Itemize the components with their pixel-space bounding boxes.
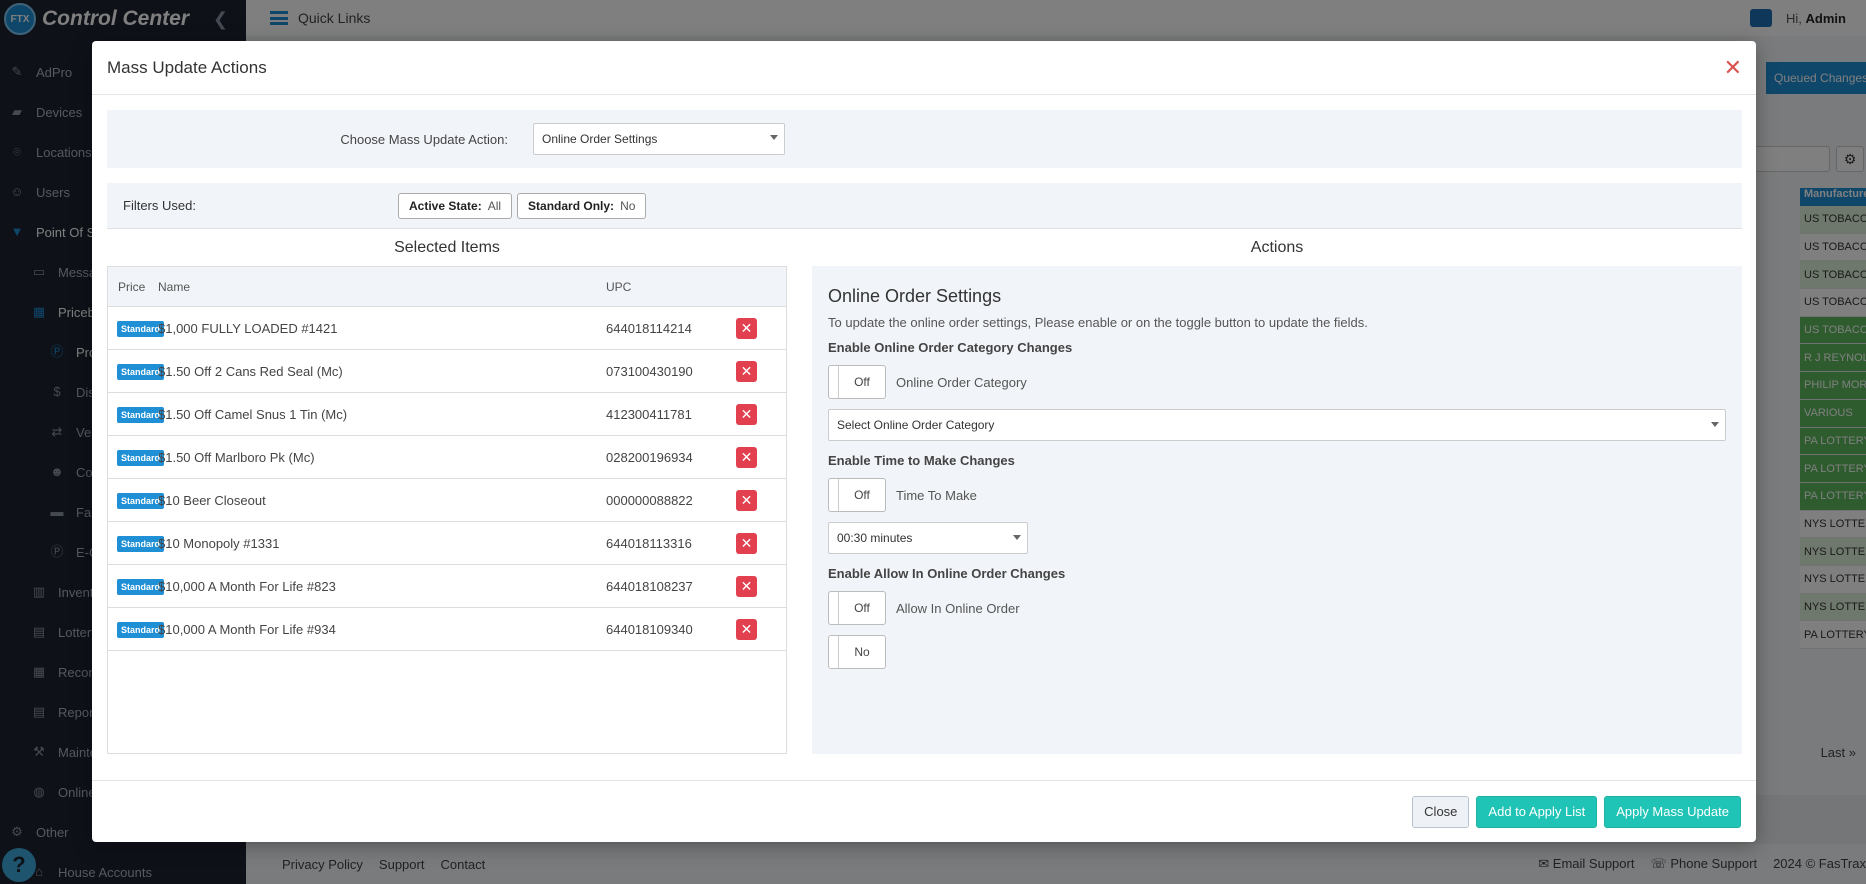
chevron-down-icon <box>1013 535 1021 540</box>
standard-badge: Standard <box>117 492 165 509</box>
table-row: Standard $1,000 FULLY LOADED #1421 6440181… <box>108 307 786 350</box>
allow-toggle-label: Allow In Online Order <box>896 600 1020 616</box>
close-icon: ✕ <box>740 362 753 379</box>
actions-title: Actions <box>1250 239 1304 256</box>
close-icon: ✕ <box>740 577 753 594</box>
close-icon[interactable]: ✕ <box>1724 56 1742 79</box>
filter-active-state: Active State: All <box>398 192 513 219</box>
modal-title: Mass Update Actions <box>107 57 267 77</box>
item-name: $10,000 A Month For Life #823 <box>158 578 336 594</box>
remove-item-button[interactable]: ✕ <box>736 360 757 382</box>
apply-mass-update-button[interactable]: Apply Mass Update <box>1604 795 1741 828</box>
time-section-title: Enable Time to Make Changes <box>828 453 1015 468</box>
allow-toggle[interactable]: Off <box>828 591 886 625</box>
item-upc: 644018109340 <box>606 621 693 637</box>
item-name: $10 Monopoly #1331 <box>158 535 280 551</box>
selected-items-title: Selected Items <box>394 239 500 256</box>
online-order-category-select[interactable]: Select Online Order Category <box>828 409 1726 441</box>
mass-update-action-select[interactable]: Online Order Settings <box>533 123 785 155</box>
table-row: Standard $1.50 Off Camel Snus 1 Tin (Mc) 4… <box>108 393 786 436</box>
modal-header: Mass Update Actions ✕ <box>92 41 1756 95</box>
table-row: Standard $10,000 A Month For Life #934 644… <box>108 608 786 651</box>
item-upc: 644018113316 <box>606 535 692 551</box>
remove-item-button[interactable]: ✕ <box>736 532 757 554</box>
close-icon: ✕ <box>740 448 753 465</box>
time-toggle[interactable]: Off <box>828 478 886 512</box>
mass-update-modal: Mass Update Actions ✕ Choose Mass Update… <box>92 41 1756 842</box>
standard-badge: Standard <box>117 578 165 595</box>
standard-badge: Standard <box>117 535 165 552</box>
item-upc: 000000088822 <box>606 492 693 508</box>
items-table-header: Price Name UPC <box>108 267 786 307</box>
item-upc: 073100430190 <box>606 363 693 379</box>
remove-item-button[interactable]: ✕ <box>736 489 757 511</box>
modal-footer: Close Add to Apply List Apply Mass Updat… <box>92 780 1756 842</box>
close-icon: ✕ <box>740 319 753 336</box>
remove-item-button[interactable]: ✕ <box>736 575 757 597</box>
choose-action-label: Choose Mass Update Action: <box>340 131 508 147</box>
table-row: Standard $1.50 Off 2 Cans Red Seal (Mc) 07… <box>108 350 786 393</box>
item-name: $10,000 A Month For Life #934 <box>158 621 336 637</box>
add-to-apply-list-button[interactable]: Add to Apply List <box>1476 795 1598 828</box>
item-upc: 644018108237 <box>606 578 693 594</box>
item-upc: 028200196934 <box>606 449 693 465</box>
actions-panel: Online Order Settings To update the onli… <box>812 266 1742 754</box>
category-section-title: Enable Online Order Category Changes <box>828 340 1073 355</box>
table-row: Standard $10,000 A Month For Life #823 644… <box>108 565 786 608</box>
standard-badge: Standard <box>117 621 165 638</box>
filters-panel: Filters Used: Active State: All Standard … <box>107 183 1742 229</box>
standard-badge: Standard <box>117 363 165 380</box>
remove-item-button[interactable]: ✕ <box>736 317 757 339</box>
item-name: $1,000 FULLY LOADED #1421 <box>158 320 338 336</box>
chevron-down-icon <box>770 135 778 140</box>
actions-description: To update the online order settings, Ple… <box>828 315 1368 330</box>
item-name: $10 Beer Closeout <box>158 492 266 508</box>
item-name: $1.50 Off Camel Snus 1 Tin (Mc) <box>158 406 348 422</box>
close-icon: ✕ <box>740 491 753 508</box>
standard-badge: Standard <box>117 320 165 337</box>
item-name: $1.50 Off Marlboro Pk (Mc) <box>158 449 315 465</box>
table-row: Standard $10 Monopoly #1331 644018113316 ✕ <box>108 522 786 565</box>
item-upc: 412300411781 <box>606 406 692 422</box>
category-toggle[interactable]: Off <box>828 365 886 399</box>
filter-standard-only: Standard Only: No <box>517 192 647 219</box>
table-row: Standard $1.50 Off Marlboro Pk (Mc) 028200… <box>108 436 786 479</box>
chevron-down-icon <box>1711 422 1719 427</box>
remove-item-button[interactable]: ✕ <box>736 403 757 425</box>
close-button[interactable]: Close <box>1412 795 1470 828</box>
allow-section-title: Enable Allow In Online Order Changes <box>828 566 1066 581</box>
time-toggle-label: Time To Make <box>896 487 977 503</box>
item-name: $1.50 Off 2 Cans Red Seal (Mc) <box>158 363 343 379</box>
remove-item-button[interactable]: ✕ <box>736 618 757 640</box>
column-name: Name <box>158 279 191 294</box>
actions-heading: Online Order Settings <box>828 286 1002 306</box>
column-price: Price <box>118 279 146 294</box>
standard-badge: Standard <box>117 406 165 423</box>
filters-used-label: Filters Used: <box>123 198 196 213</box>
close-icon: ✕ <box>740 620 753 637</box>
column-upc: UPC <box>606 279 632 294</box>
selected-items-table: Price Name UPC Standard $1,000 FULLY LOAD… <box>107 266 787 754</box>
close-icon: ✕ <box>740 534 753 551</box>
time-to-make-select[interactable]: 00:30 minutes <box>828 522 1028 554</box>
category-toggle-label: Online Order Category <box>896 374 1027 390</box>
item-upc: 644018114214 <box>606 320 692 336</box>
allow-value-toggle[interactable]: No <box>828 635 886 669</box>
table-row: Standard $10 Beer Closeout 000000088822 ✕ <box>108 479 786 522</box>
choose-action-panel: Choose Mass Update Action: Online Order … <box>107 110 1742 168</box>
close-icon: ✕ <box>740 405 753 422</box>
standard-badge: Standard <box>117 449 165 466</box>
remove-item-button[interactable]: ✕ <box>736 446 757 468</box>
